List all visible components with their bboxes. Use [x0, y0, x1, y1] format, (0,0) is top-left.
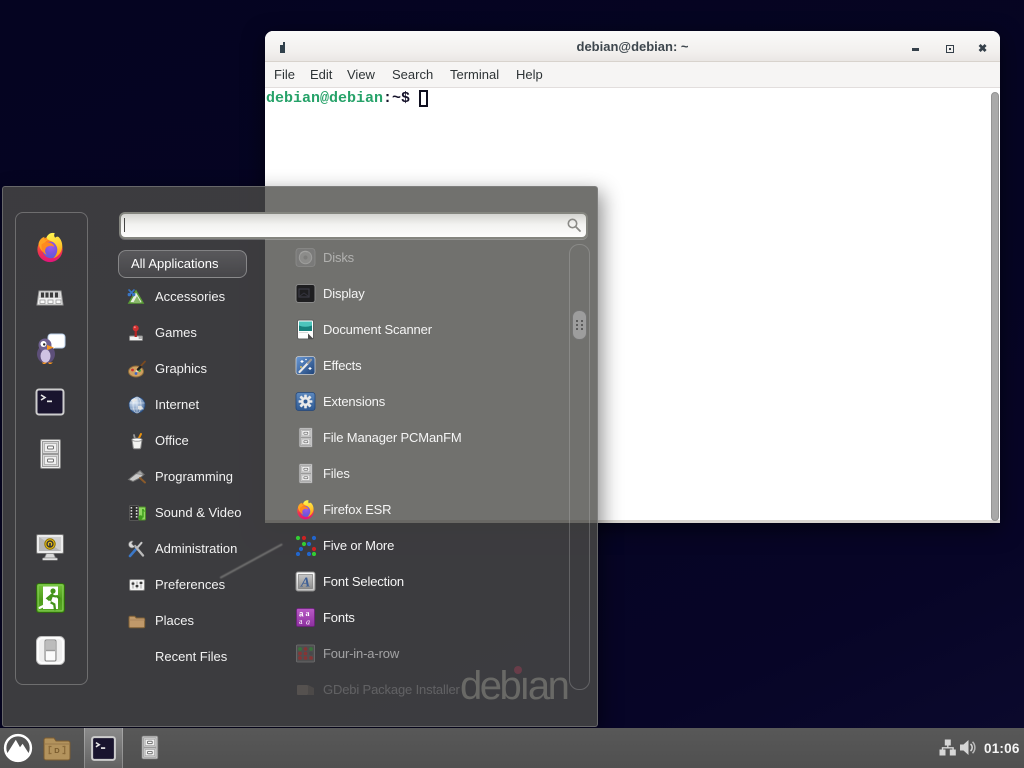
svg-text:A: A [300, 575, 310, 590]
svg-text:a: a [299, 617, 303, 626]
svg-text:D: D [54, 746, 60, 755]
svg-text:a: a [306, 617, 310, 626]
